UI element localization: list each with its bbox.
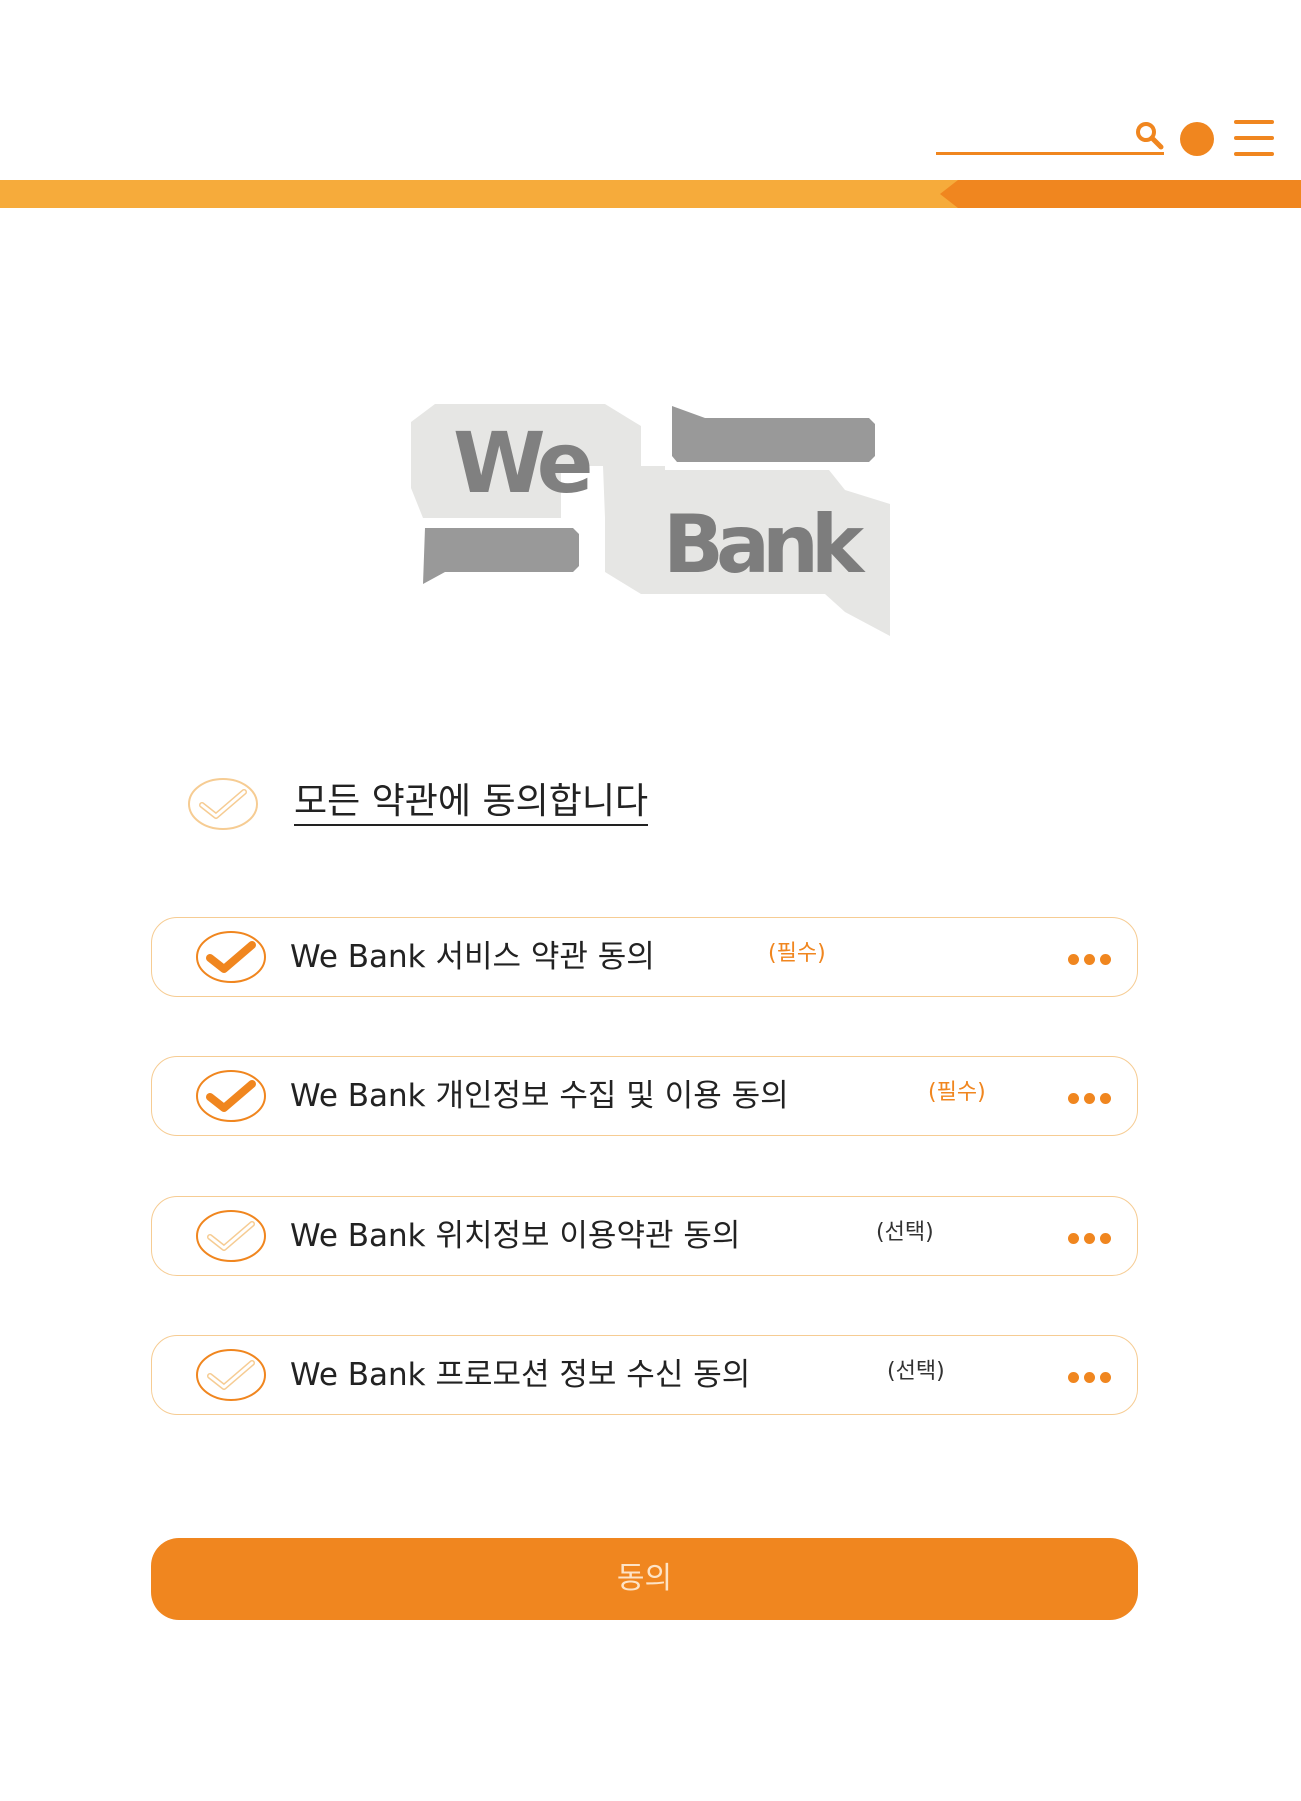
term-row-service[interactable]: We Bank 서비스 약관 동의 (필수) xyxy=(151,917,1138,997)
logo-word-bottom: Bank xyxy=(663,498,866,591)
agree-all-label[interactable]: 모든 약관에 동의합니다 xyxy=(294,782,649,826)
header-band xyxy=(0,180,1301,208)
more-options-icon[interactable] xyxy=(1068,1372,1112,1384)
check-icon xyxy=(188,778,258,830)
term-row-privacy[interactable]: We Bank 개인정보 수집 및 이용 동의 (필수) xyxy=(151,1056,1138,1136)
optional-tag: (선택) xyxy=(887,1359,945,1384)
more-options-icon[interactable] xyxy=(1068,954,1112,966)
check-icon[interactable] xyxy=(194,1347,268,1403)
more-options-icon[interactable] xyxy=(1068,1093,1112,1105)
check-icon[interactable] xyxy=(194,1208,268,1264)
check-icon[interactable] xyxy=(194,1068,268,1124)
required-tag: (필수) xyxy=(768,941,826,966)
term-label: We Bank 서비스 약관 동의 xyxy=(290,939,655,975)
more-options-icon[interactable] xyxy=(1068,1233,1112,1245)
optional-tag: (선택) xyxy=(876,1220,934,1245)
profile-dot-icon[interactable] xyxy=(1180,122,1214,156)
term-label: We Bank 프로모션 정보 수신 동의 xyxy=(290,1357,751,1393)
agree-submit-button[interactable]: 동의 xyxy=(151,1538,1138,1620)
term-row-promotion[interactable]: We Bank 프로모션 정보 수신 동의 (선택) xyxy=(151,1335,1138,1415)
hamburger-menu-icon[interactable] xyxy=(1234,120,1274,156)
agree-all-checkbox[interactable]: 모든 약관에 동의합니다 xyxy=(186,772,726,836)
webank-logo: We Bank xyxy=(411,404,890,636)
term-row-location[interactable]: We Bank 위치정보 이용약관 동의 (선택) xyxy=(151,1196,1138,1276)
logo-word-top: We xyxy=(453,414,590,512)
term-label: We Bank 개인정보 수집 및 이용 동의 xyxy=(290,1078,789,1114)
required-tag: (필수) xyxy=(928,1080,986,1105)
search-input-underline[interactable] xyxy=(936,152,1164,155)
term-label: We Bank 위치정보 이용약관 동의 xyxy=(290,1218,741,1254)
search-icon[interactable] xyxy=(1134,120,1164,150)
check-icon[interactable] xyxy=(194,929,268,985)
